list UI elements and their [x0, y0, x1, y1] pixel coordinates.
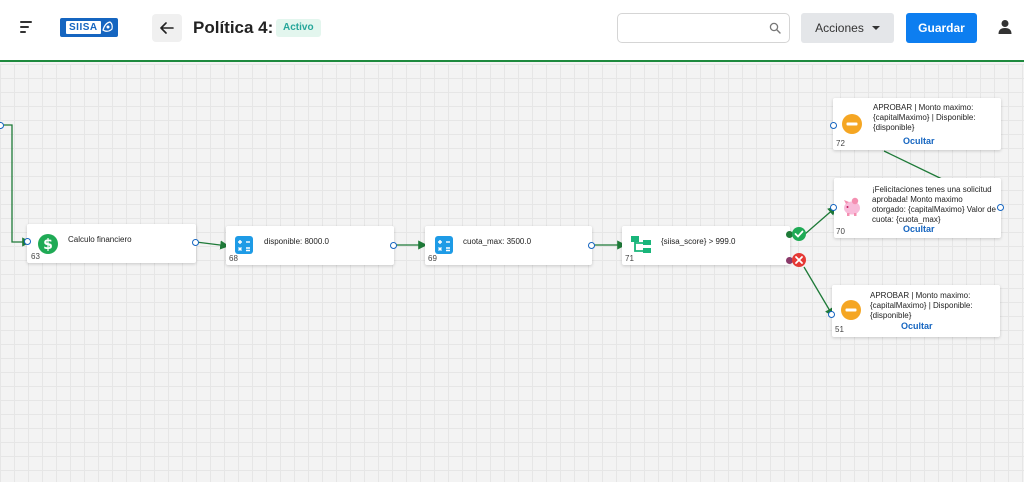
node-72[interactable]: APROBAR | Monto maximo: {capitalMaximo} … — [833, 98, 1001, 150]
edge-71-51 — [803, 266, 834, 318]
node-id: 51 — [835, 325, 844, 334]
node-68[interactable]: disponible: 8000.0 68 — [226, 226, 394, 265]
actions-label: Acciones — [815, 21, 864, 35]
menu-icon[interactable] — [20, 20, 38, 36]
search-icon[interactable] — [769, 22, 781, 34]
node-63[interactable]: $ Calculo financiero 63 — [27, 224, 196, 263]
node-68-out-port[interactable] — [390, 242, 397, 249]
node-label: APROBAR | Monto maximo: {capitalMaximo} … — [873, 103, 976, 132]
edge-63-68 — [195, 240, 230, 250]
status-badge: Activo — [276, 19, 321, 37]
node-label: disponible: 8000.0 — [264, 237, 329, 246]
search-box — [617, 13, 790, 43]
calculator-icon — [435, 236, 453, 254]
check-icon — [792, 227, 806, 241]
hide-link[interactable]: Ocultar — [901, 321, 933, 331]
node-69-out-port[interactable] — [588, 242, 595, 249]
node-72-in-port[interactable] — [830, 122, 837, 129]
node-63-in-port[interactable] — [24, 238, 31, 245]
node-label: ¡Felicitaciones tenes una solicitud apro… — [872, 185, 996, 224]
siisa-logo[interactable]: SIISA — [60, 18, 118, 37]
branch-icon — [631, 236, 651, 253]
node-70-out-port[interactable] — [997, 204, 1004, 211]
top-bar: SIISA Política 4:2 Activo Acciones Guard… — [0, 0, 1024, 62]
arrow-left-icon — [160, 22, 174, 34]
node-id: 70 — [836, 227, 845, 236]
node-id: 68 — [229, 254, 238, 263]
close-icon — [792, 253, 806, 267]
node-63-out-port[interactable] — [192, 239, 199, 246]
flow-canvas[interactable]: $ Calculo financiero 63 disponible: 8000… — [0, 64, 1024, 482]
node-label: Calculo financiero — [68, 235, 132, 244]
node-id: 69 — [428, 254, 437, 263]
save-button[interactable]: Guardar — [906, 13, 977, 43]
edge-71-70 — [804, 206, 837, 235]
minus-circle-icon — [841, 300, 861, 320]
page-title: Política 4:2 — [193, 18, 287, 38]
svg-text:$: $ — [43, 237, 53, 253]
edge-72-70 — [883, 150, 943, 180]
logo-mark-icon — [102, 21, 113, 32]
node-label: cuota_max: 3500.0 — [463, 237, 532, 246]
back-button[interactable] — [152, 14, 182, 42]
piggy-bank-icon — [844, 197, 860, 216]
calculator-icon — [235, 236, 253, 254]
node-70[interactable]: ¡Felicitaciones tenes una solicitud apro… — [834, 178, 1001, 238]
dollar-icon: $ — [38, 234, 58, 254]
node-70-in-port[interactable] — [830, 204, 837, 211]
chevron-down-icon — [871, 26, 880, 30]
policy-title: Política 4: — [193, 18, 274, 37]
node-id: 72 — [836, 139, 845, 148]
user-icon[interactable] — [998, 19, 1012, 35]
hide-link[interactable]: Ocultar — [903, 224, 935, 234]
node-id: 63 — [31, 252, 40, 261]
search-input[interactable] — [624, 19, 764, 37]
edge-start-63 — [2, 124, 32, 247]
node-id: 71 — [625, 254, 634, 263]
node-69[interactable]: cuota_max: 3500.0 69 — [425, 226, 592, 265]
hide-link[interactable]: Ocultar — [903, 136, 935, 146]
node-label: {siisa_score} > 999.0 — [661, 237, 736, 246]
node-51[interactable]: APROBAR | Monto maximo: {capitalMaximo} … — [832, 285, 1000, 337]
node-71[interactable]: {siisa_score} > 999.0 71 — [622, 226, 790, 265]
node-51-in-port[interactable] — [828, 311, 835, 318]
logo-text: SIISA — [66, 21, 101, 34]
actions-dropdown[interactable]: Acciones — [801, 13, 894, 43]
node-label: APROBAR | Monto maximo: {capitalMaximo} … — [870, 291, 973, 320]
minus-circle-icon — [842, 114, 862, 134]
